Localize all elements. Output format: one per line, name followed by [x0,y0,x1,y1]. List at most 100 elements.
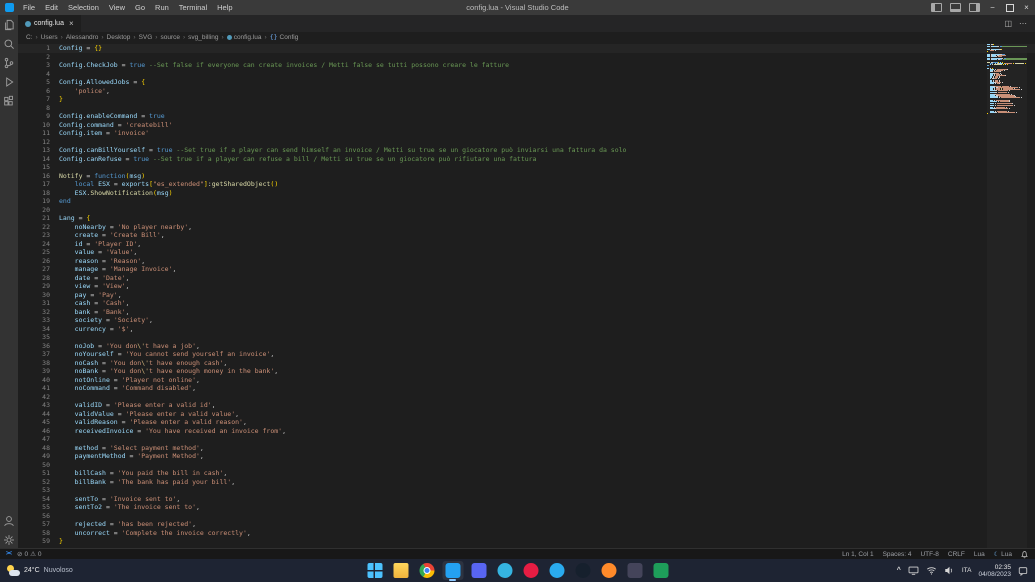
wifi-icon[interactable] [926,565,937,576]
line-number[interactable]: 10 [18,121,59,130]
code-line[interactable]: 6 'police', [18,87,1035,96]
settings-button[interactable] [0,530,18,549]
volume-icon[interactable] [944,565,955,576]
line-number[interactable]: 26 [18,257,59,266]
breadcrumb-item[interactable]: Desktop [107,34,131,41]
toggle-secondary-sidebar-icon[interactable] [969,3,980,12]
tab-config-lua[interactable]: config.lua × [18,15,81,32]
code-line[interactable]: 20 [18,206,1035,215]
remote-indicator[interactable]: >< [6,551,11,557]
line-number[interactable]: 50 [18,461,59,470]
code-line[interactable]: 41 noCommand = 'Command disabled', [18,384,1035,393]
line-number[interactable]: 43 [18,401,59,410]
line-number[interactable]: 40 [18,376,59,385]
sidebar-item-extensions[interactable] [0,91,18,110]
code-line[interactable]: 48 method = 'Select payment method', [18,444,1035,453]
breadcrumb-item[interactable]: config.lua [227,34,262,41]
line-number[interactable]: 22 [18,223,59,232]
status-eol[interactable]: CRLF [948,551,965,558]
code-line[interactable]: 49 paymentMethod = 'Payment Method', [18,452,1035,461]
code-line[interactable]: 43 validID = 'Please enter a valid id', [18,401,1035,410]
code-line[interactable]: 33 society = 'Society', [18,316,1035,325]
code-line[interactable]: 40 notOnline = 'Player not online', [18,376,1035,385]
code-line[interactable]: 21Lang = { [18,214,1035,223]
code-line[interactable]: 38 noCash = 'You don\'t have enough cash… [18,359,1035,368]
sidebar-item-run-debug[interactable] [0,72,18,91]
code-line[interactable]: 39 noBank = 'You don\'t have enough mone… [18,367,1035,376]
code-line[interactable]: 42 [18,393,1035,402]
line-number[interactable]: 31 [18,299,59,308]
code-line[interactable]: 13Config.canBillYourself = true --Set tr… [18,146,1035,155]
line-number[interactable]: 55 [18,503,59,512]
line-number[interactable]: 25 [18,248,59,257]
line-number[interactable]: 6 [18,87,59,96]
code-line[interactable]: 8 [18,104,1035,113]
menu-file[interactable]: File [18,3,40,12]
line-number[interactable]: 39 [18,367,59,376]
line-number[interactable]: 28 [18,274,59,283]
line-number[interactable]: 27 [18,265,59,274]
code-line[interactable]: 25 value = 'Value', [18,248,1035,257]
line-number[interactable]: 9 [18,112,59,121]
status-lua-extension[interactable]: ☾Lua [994,551,1012,558]
line-number[interactable]: 59 [18,537,59,546]
line-number[interactable]: 51 [18,469,59,478]
sidebar-item-source-control[interactable] [0,53,18,72]
status-indentation[interactable]: Spaces: 4 [883,551,912,558]
line-number[interactable]: 3 [18,61,59,70]
code-line[interactable]: 30 pay = 'Pay', [18,291,1035,300]
line-number[interactable]: 45 [18,418,59,427]
taskbar-app-discord[interactable] [471,559,486,582]
minimize-button[interactable]: − [984,0,1001,15]
menu-edit[interactable]: Edit [40,3,63,12]
line-number[interactable]: 14 [18,155,59,164]
close-button[interactable]: × [1018,0,1035,15]
code-line[interactable]: 50 [18,461,1035,470]
code-line[interactable]: 45 validReason = 'Please enter a valid r… [18,418,1035,427]
notifications-bell-icon[interactable] [1020,550,1029,559]
taskbar-app-file-explorer[interactable] [393,559,408,582]
code-line[interactable]: 54 sentTo = 'Invoice sent to', [18,495,1035,504]
line-number[interactable]: 32 [18,308,59,317]
line-number[interactable]: 30 [18,291,59,300]
line-number[interactable]: 34 [18,325,59,334]
breadcrumb-item[interactable]: Alessandro [66,34,99,41]
line-number[interactable]: 58 [18,529,59,538]
code-line[interactable]: 24 id = 'Player ID', [18,240,1035,249]
line-number[interactable]: 47 [18,435,59,444]
status-cursor-position[interactable]: Ln 1, Col 1 [842,551,873,558]
line-number[interactable]: 54 [18,495,59,504]
code-line[interactable]: 3Config.CheckJob = true --Set false if e… [18,61,1035,70]
code-line[interactable]: 31 cash = 'Cash', [18,299,1035,308]
code-line[interactable]: 23 create = 'Create Bill', [18,231,1035,240]
line-number[interactable]: 13 [18,146,59,155]
taskbar-app-excel[interactable] [653,559,668,582]
breadcrumb-item[interactable]: svg_billing [188,34,218,41]
line-number[interactable]: 53 [18,486,59,495]
line-number[interactable]: 17 [18,180,59,189]
line-number[interactable]: 35 [18,333,59,342]
minimap-slider[interactable] [987,44,1027,549]
code-line[interactable]: 18 ESX.ShowNotification(msg) [18,189,1035,198]
menu-run[interactable]: Run [150,3,174,12]
menu-terminal[interactable]: Terminal [174,3,212,12]
code-line[interactable]: 4 [18,70,1035,79]
line-number[interactable]: 4 [18,70,59,79]
more-actions-icon[interactable]: ⋯ [1019,19,1027,28]
breadcrumb-item[interactable]: source [160,34,180,41]
code-line[interactable]: 17 local ESX = exports["es_extended"]:ge… [18,180,1035,189]
line-number[interactable]: 21 [18,214,59,223]
code-line[interactable]: 34 currency = '$', [18,325,1035,334]
taskbar-app-epic-games[interactable] [627,559,642,582]
line-number[interactable]: 16 [18,172,59,181]
line-number[interactable]: 19 [18,197,59,206]
editor[interactable]: 1Config = {}23Config.CheckJob = true --S… [18,42,1035,549]
line-number[interactable]: 12 [18,138,59,147]
code-line[interactable]: 5Config.AllowedJobs = { [18,78,1035,87]
line-number[interactable]: 29 [18,282,59,291]
menu-view[interactable]: View [104,3,130,12]
line-number[interactable]: 37 [18,350,59,359]
line-number[interactable]: 46 [18,427,59,436]
line-number[interactable]: 2 [18,53,59,62]
code-line[interactable]: 55 sentTo2 = 'The invoice sent to', [18,503,1035,512]
